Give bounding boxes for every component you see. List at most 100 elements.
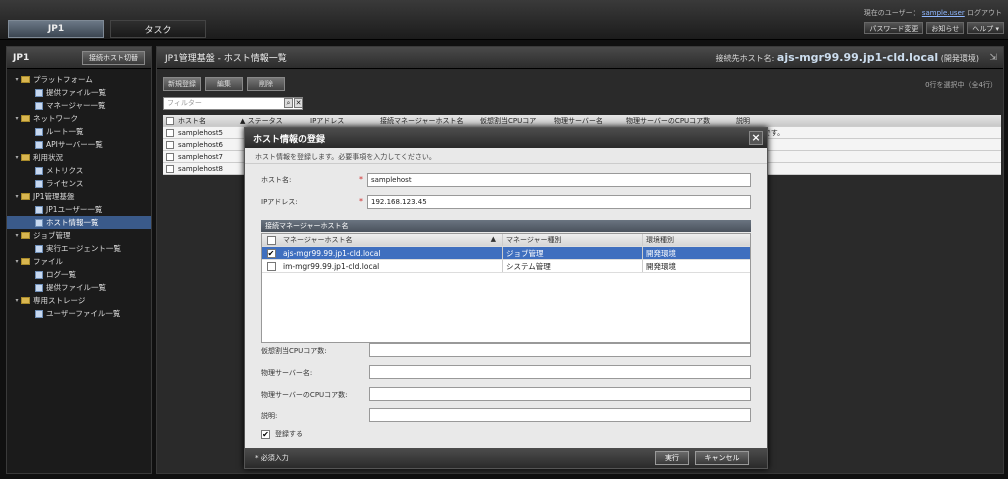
col-desc[interactable]: 説明 bbox=[736, 116, 816, 126]
folder-icon bbox=[21, 76, 30, 83]
col-manager-kind[interactable]: マネージャー種別 bbox=[502, 234, 642, 246]
physical-server-input[interactable] bbox=[369, 365, 751, 379]
sidebar-item[interactable]: 提供ファイル一覧 bbox=[7, 86, 151, 99]
sidebar-item[interactable]: ユーザーファイル一覧 bbox=[7, 307, 151, 320]
row-checkbox[interactable] bbox=[166, 164, 174, 173]
connected-host-label: 接続先ホスト名: bbox=[715, 54, 775, 63]
tab-jp1[interactable]: JP1 bbox=[8, 20, 104, 38]
top-bar: JP1 タスク 現在のユーザー： sample.user ログアウト パスワード… bbox=[0, 0, 1008, 40]
description-input[interactable] bbox=[369, 408, 751, 422]
sidebar-item[interactable]: ルート一覧 bbox=[7, 125, 151, 138]
col-vcpu[interactable]: 仮想割当CPUコア bbox=[480, 116, 554, 126]
col-env-kind[interactable]: 環境種別 bbox=[642, 234, 750, 246]
row-checkbox[interactable] bbox=[166, 140, 174, 149]
host-cell: samplehost7 bbox=[178, 152, 224, 161]
host-name-label: ホスト名: bbox=[261, 176, 292, 184]
sidebar-item[interactable]: ▾ プラットフォーム bbox=[7, 73, 151, 86]
execute-button[interactable]: 実行 bbox=[655, 451, 689, 465]
sidebar-item[interactable]: ▾ 専用ストレージ bbox=[7, 294, 151, 307]
register-checkbox[interactable]: ✔ bbox=[261, 429, 270, 439]
manager-checkbox[interactable]: ✔ bbox=[266, 248, 276, 258]
expand-toggle-icon[interactable]: ▾ bbox=[13, 115, 21, 122]
sidebar-item[interactable]: ▾ ネットワーク bbox=[7, 112, 151, 125]
select-all-checkbox[interactable] bbox=[166, 116, 174, 125]
search-icon[interactable]: ⌕ bbox=[284, 98, 293, 108]
description-label: 説明: bbox=[261, 412, 278, 420]
notice-button[interactable]: お知らせ bbox=[926, 22, 965, 34]
sidebar-item-label: ライセンス bbox=[46, 179, 84, 188]
sidebar-item-label: 利用状況 bbox=[33, 153, 63, 162]
switch-host-button[interactable]: 接続ホスト切替 bbox=[82, 50, 145, 65]
col-manager-host[interactable]: マネージャーホスト名 bbox=[283, 235, 353, 245]
sidebar-item[interactable]: メトリクス bbox=[7, 164, 151, 177]
main-header: JP1管理基盤 - ホスト情報一覧 接続先ホスト名: ajs-mgr99.99.… bbox=[157, 47, 1003, 69]
register-checkbox-label: 登録する bbox=[275, 430, 303, 438]
expand-toggle-icon[interactable]: ▾ bbox=[13, 76, 21, 83]
host-cell: samplehost5 bbox=[178, 128, 224, 137]
toolbar: 新規登録 編集 削除 0行を選択中（全4行） bbox=[157, 77, 1005, 93]
manager-table: マネージャーホスト名 ▲ マネージャー種別 環境種別 ✔ ajs-mgr99.99… bbox=[261, 233, 751, 343]
sidebar-item[interactable]: 実行エージェント一覧 bbox=[7, 242, 151, 255]
sidebar-item[interactable]: ホスト情報一覧 bbox=[7, 216, 151, 229]
sidebar-item-label: ログ一覧 bbox=[46, 270, 76, 279]
col-host[interactable]: ホスト名 bbox=[178, 116, 240, 126]
sidebar-item[interactable]: マネージャー一覧 bbox=[7, 99, 151, 112]
physical-server-label: 物理サーバー名: bbox=[261, 369, 313, 377]
manager-checkbox[interactable] bbox=[266, 261, 276, 271]
expand-toggle-icon[interactable]: ▾ bbox=[13, 258, 21, 265]
delete-button[interactable]: 削除 bbox=[247, 77, 285, 91]
sort-asc-icon[interactable]: ▲ bbox=[491, 235, 496, 245]
host-name-input[interactable]: samplehost bbox=[367, 173, 751, 187]
col-manager[interactable]: 接続マネージャーホスト名 bbox=[380, 116, 480, 126]
manager-host-cell: im-mgr99.99.jp1-cld.local bbox=[283, 261, 380, 271]
col-status[interactable]: ▲ ステータス bbox=[240, 116, 310, 126]
col-ip[interactable]: IPアドレス bbox=[310, 116, 380, 126]
edit-button[interactable]: 編集 bbox=[205, 77, 243, 91]
physical-cpu-input[interactable] bbox=[369, 387, 751, 401]
sidebar-item[interactable]: ライセンス bbox=[7, 177, 151, 190]
col-pcpu[interactable]: 物理サーバーのCPUコア数 bbox=[626, 116, 736, 126]
vcpu-input[interactable] bbox=[369, 343, 751, 357]
close-icon[interactable]: × bbox=[749, 131, 763, 145]
sidebar-item[interactable]: ▾ ジョブ管理 bbox=[7, 229, 151, 242]
help-button[interactable]: ヘルプ ▾ bbox=[967, 22, 1004, 34]
sidebar-item[interactable]: JP1ユーザー一覧 bbox=[7, 203, 151, 216]
folder-icon bbox=[21, 154, 30, 161]
manager-select-all-checkbox[interactable] bbox=[266, 235, 276, 245]
expand-toggle-icon[interactable]: ▾ bbox=[13, 193, 21, 200]
env-kind-cell: 開発環境 bbox=[642, 260, 750, 272]
logout-link[interactable]: ログアウト bbox=[967, 9, 1002, 17]
dialog-title-bar: ホスト情報の登録 × bbox=[245, 128, 767, 148]
row-checkbox[interactable] bbox=[166, 128, 174, 137]
sidebar-item[interactable]: ▾ 利用状況 bbox=[7, 151, 151, 164]
row-checkbox[interactable] bbox=[166, 152, 174, 161]
manager-row[interactable]: ✔ ajs-mgr99.99.jp1-cld.local ジョブ管理 開発環境 bbox=[262, 247, 750, 260]
folder-icon bbox=[21, 193, 30, 200]
page-icon bbox=[35, 283, 43, 292]
expand-toggle-icon[interactable]: ▾ bbox=[13, 154, 21, 161]
sidebar-item-label: JP1ユーザー一覧 bbox=[46, 205, 103, 214]
pin-icon[interactable]: ⇲ bbox=[989, 53, 997, 63]
expand-toggle-icon[interactable]: ▾ bbox=[13, 297, 21, 304]
page-icon bbox=[35, 244, 43, 253]
filter-input[interactable]: フィルター bbox=[163, 97, 303, 110]
user-name-link[interactable]: sample.user bbox=[922, 9, 965, 17]
register-option: ✔ 登録する bbox=[261, 427, 303, 441]
env-kind-cell: 開発環境 bbox=[642, 247, 750, 259]
cancel-button[interactable]: キャンセル bbox=[695, 451, 749, 465]
sidebar-item[interactable]: APIサーバー一覧 bbox=[7, 138, 151, 151]
clear-icon[interactable]: ✕ bbox=[294, 98, 303, 108]
col-pserver[interactable]: 物理サーバー名 bbox=[554, 116, 626, 126]
ip-address-input[interactable]: 192.168.123.45 bbox=[367, 195, 751, 209]
manager-row[interactable]: im-mgr99.99.jp1-cld.local システム管理 開発環境 bbox=[262, 260, 750, 273]
physical-cpu-label: 物理サーバーのCPUコア数: bbox=[261, 391, 348, 399]
expand-toggle-icon[interactable]: ▾ bbox=[13, 232, 21, 239]
page-title: JP1管理基盤 - ホスト情報一覧 bbox=[165, 54, 287, 64]
new-register-button[interactable]: 新規登録 bbox=[163, 77, 201, 91]
change-password-button[interactable]: パスワード変更 bbox=[864, 22, 924, 34]
tab-task[interactable]: タスク bbox=[110, 20, 206, 38]
sidebar-item[interactable]: 提供ファイル一覧 bbox=[7, 281, 151, 294]
sidebar-item[interactable]: ▾ ファイル bbox=[7, 255, 151, 268]
sidebar-item[interactable]: ▾ JP1管理基盤 bbox=[7, 190, 151, 203]
sidebar-item[interactable]: ログ一覧 bbox=[7, 268, 151, 281]
